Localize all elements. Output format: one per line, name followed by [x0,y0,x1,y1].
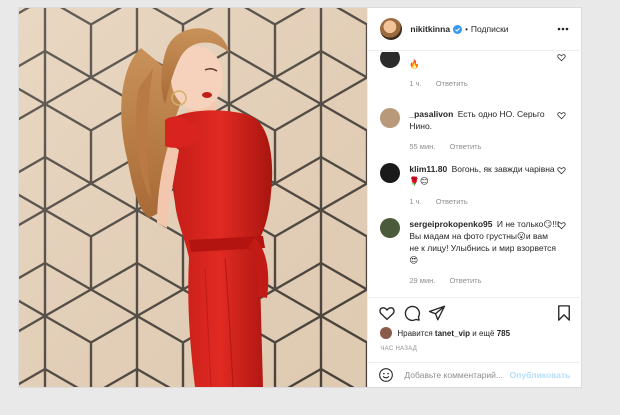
comments-list[interactable]: 🔥 1 ч. Ответить _pasalivon Есть одно НО.… [368,52,582,297]
comment-meta: 1 ч. Ответить [409,196,559,208]
comment-body: _pasalivon Есть одно НО. Серьго Нино. 55… [409,108,559,153]
author-username[interactable]: nikitkinna [410,24,450,34]
likes-prefix: Нравится [397,328,433,338]
likes-middle: и ещё [472,328,495,338]
photo-illustration [19,8,368,387]
verified-badge-icon [453,24,463,34]
author-avatar[interactable] [380,18,403,40]
comment-item: 🔥 1 ч. Ответить [380,52,570,90]
comment-bubble-icon[interactable] [403,304,421,322]
reply-button[interactable]: Ответить [436,79,468,88]
share-paper-plane-icon[interactable] [428,304,446,322]
comment-item: sergeiprokopenko95 И не только😏!!! Вы ма… [380,218,570,287]
header-separator: • [465,24,468,34]
reply-button[interactable]: Ответить [449,142,481,151]
likes-count[interactable]: 785 [497,329,510,338]
like-heart-icon[interactable] [378,304,396,322]
comment-meta: 55 мин. Ответить [409,141,559,153]
post-photo[interactable] [19,8,368,387]
publish-button[interactable]: Опубликовать [510,370,571,380]
liker-username[interactable]: tanet_vip [435,329,470,338]
reply-button[interactable]: Ответить [436,197,468,206]
comment-text: 🔥 [409,59,420,69]
add-comment-bar: Опубликовать [368,362,583,387]
liker-avatar[interactable] [380,327,393,339]
commenter-avatar[interactable] [380,163,401,183]
like-comment-heart-icon[interactable] [557,221,566,230]
following-button[interactable]: Подписки [471,24,509,34]
commenter-avatar[interactable] [380,218,401,238]
comment-input[interactable] [404,370,525,380]
comment-item: _pasalivon Есть одно НО. Серьго Нино. 55… [380,108,570,153]
emoji-smiley-icon[interactable] [378,367,394,383]
like-comment-heart-icon[interactable] [557,111,566,120]
post-sidebar: nikitkinna • Подписки 🔥 1 ч. Ответить _p… [367,8,583,387]
post-header: nikitkinna • Подписки [368,8,583,51]
commenter-avatar[interactable] [380,108,401,128]
comment-username[interactable]: klim11.80 [409,164,447,174]
action-bar [378,304,573,322]
comment-body: sergeiprokopenko95 И не только😏!!! Вы ма… [409,218,559,287]
like-comment-heart-icon[interactable] [557,166,566,175]
comment-body: klim11.80 Вогонь, як завжди чарівна🌹😊 1 … [409,163,559,208]
more-options-icon[interactable] [556,22,570,36]
comment-username[interactable]: sergeiprokopenko95 [409,219,492,229]
post-actions: Нравится tanet_vip и ещё 785 ЧАС НАЗАД О… [368,297,583,387]
reply-button[interactable]: Ответить [449,276,481,285]
commenter-avatar[interactable] [380,52,401,68]
comment-body: 🔥 1 ч. Ответить [409,52,559,90]
comment-username[interactable]: _pasalivon [409,109,453,119]
like-comment-heart-icon[interactable] [557,53,566,62]
comment-time: 29 мин. [409,276,436,285]
comment-meta: 1 ч. Ответить [409,78,559,90]
comment-item: klim11.80 Вогонь, як завжди чарівна🌹😊 1 … [380,163,570,208]
post-timestamp[interactable]: ЧАС НАЗАД [380,346,417,352]
likes-summary: Нравится tanet_vip и ещё 785 [380,327,510,339]
instagram-post: nikitkinna • Подписки 🔥 1 ч. Ответить _p… [18,7,583,388]
comment-time: 1 ч. [409,197,422,206]
comment-time: 1 ч. [409,79,422,88]
comment-time: 55 мин. [409,142,436,151]
comment-meta: 29 мин. Ответить [409,275,559,287]
save-bookmark-icon[interactable] [555,304,573,322]
